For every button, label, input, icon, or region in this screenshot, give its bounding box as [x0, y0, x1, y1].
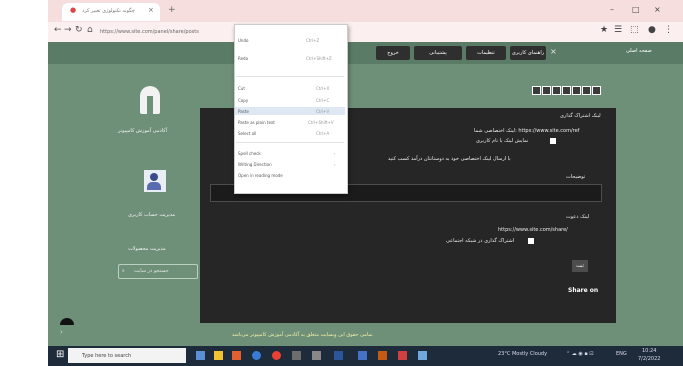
file-explorer-icon[interactable]	[214, 351, 223, 360]
submit-button[interactable]: ثبت	[572, 260, 588, 272]
social-checkbox-label: اشتراک گذاری در شبکه اجتماعی	[446, 238, 515, 244]
browser-menu-icon[interactable]: ⋮	[664, 25, 673, 35]
forward-icon[interactable]: →	[64, 25, 72, 35]
site-navbar	[48, 42, 683, 64]
share-link[interactable]: https://www.site.com/share/	[498, 227, 568, 233]
menu-item-spell-check[interactable]: Spell check	[238, 151, 261, 156]
shortcut: Ctrl+Z	[306, 38, 320, 43]
menu-item-select-all[interactable]: Select all	[238, 131, 256, 136]
minimize-button[interactable]: –	[610, 5, 614, 14]
site-logo-notch	[147, 96, 153, 114]
submenu-arrow-icon: ›	[334, 162, 336, 167]
show-username-checkbox[interactable]	[550, 138, 556, 144]
app-icon[interactable]	[358, 351, 367, 360]
app-icon[interactable]	[418, 351, 427, 360]
taskbar-search-placeholder: Type here to search	[82, 353, 132, 359]
sidebar-search-placeholder: جستجو در سایت	[134, 268, 169, 274]
shortcut: Ctrl+C	[316, 98, 330, 103]
bookmark-star-icon[interactable]: ★	[600, 25, 608, 35]
referral-link-line: لینک اختصاصی شما: https://www.site.com/r…	[474, 128, 580, 134]
tab-title: چگونه تکنولوژی تغییر کرد	[82, 8, 135, 14]
tool-square-icon[interactable]	[542, 86, 551, 95]
nav-help-button[interactable]: راهنمای کاربری	[510, 46, 546, 60]
shortcut: Ctrl+X	[316, 86, 330, 91]
shortcut: Ctrl+A	[316, 131, 330, 136]
site-name: آکادمی آموزش کامپیوتر	[118, 128, 168, 134]
menu-item-reading-mode[interactable]: Open in reading mode	[238, 173, 283, 178]
office-icon[interactable]	[232, 351, 241, 360]
back-icon[interactable]: ←	[54, 25, 62, 35]
tool-square-icon[interactable]	[552, 86, 561, 95]
close-window-button[interactable]: ×	[654, 5, 661, 14]
panel-description: با ارسال لینک اختصاصی خود به دوستانتان د…	[388, 156, 511, 162]
menu-item-undo[interactable]: Undo	[238, 38, 248, 43]
mascot-icon	[60, 318, 74, 325]
menu-separator	[236, 142, 344, 143]
home-icon[interactable]: ⌂	[87, 25, 93, 35]
tab-close-icon[interactable]: ×	[148, 6, 154, 14]
app-icon[interactable]	[292, 351, 301, 360]
profile-icon[interactable]: ●	[648, 25, 656, 35]
reload-icon[interactable]: ↻	[75, 25, 83, 35]
app-icon[interactable]	[312, 351, 321, 360]
tool-square-icon[interactable]	[562, 86, 571, 95]
field-label: توضیحات	[566, 174, 586, 180]
chrome-icon[interactable]	[272, 351, 281, 360]
social-share-checkbox[interactable]	[528, 238, 534, 244]
maximize-button[interactable]: □	[632, 5, 640, 14]
tool-square-icon[interactable]	[592, 86, 601, 95]
checkbox-label: نمایش لینک با نام کاربری	[476, 138, 529, 144]
shortcut: Ctrl+Shift+Z	[306, 56, 332, 61]
footer-copyright: تمامی حقوق این وبسایت متعلق به آکادمی آم…	[232, 332, 373, 338]
word-icon[interactable]	[334, 351, 343, 360]
url-field[interactable]: https://www.site.com/panel/share/posts	[100, 29, 199, 35]
tool-square-icon[interactable]	[582, 86, 591, 95]
new-tab-button[interactable]: +	[168, 5, 176, 15]
panel-heading: لینک اشتراک گذاری	[560, 113, 601, 119]
menu-item-writing-direction[interactable]: Writing Direction	[238, 162, 272, 167]
app-icon[interactable]	[378, 351, 387, 360]
clock-time[interactable]: 10:24	[642, 348, 656, 354]
shortcut: Ctrl+V	[316, 109, 330, 114]
favicon-icon: ●	[70, 6, 77, 14]
sidebar-section-label[interactable]: مدیریت محصولات	[128, 246, 166, 252]
menu-item-paste-plain[interactable]: Paste as plain text	[238, 120, 275, 125]
menu-item-copy[interactable]: Copy	[238, 98, 248, 103]
search-icon: ⌕	[122, 268, 125, 274]
reading-list-icon[interactable]: ☰	[614, 25, 622, 35]
menu-item-cut[interactable]: Cut	[238, 86, 245, 91]
extensions-icon[interactable]: ⬚	[630, 25, 639, 35]
submenu-arrow-icon: ›	[334, 151, 336, 156]
edge-icon[interactable]	[252, 351, 261, 360]
weather-widget[interactable]: 23°C Mostly Cloudy	[498, 351, 547, 357]
task-view-icon[interactable]	[196, 351, 205, 360]
menu-separator	[236, 76, 344, 77]
share-on-label: Share on	[568, 287, 599, 294]
app-icon[interactable]	[398, 351, 407, 360]
shortcut: Ctrl+Shift+V	[308, 120, 334, 125]
menu-item-paste[interactable]: Paste	[238, 109, 249, 114]
chevron-up-icon[interactable]: ›	[60, 328, 63, 336]
navbar-brand[interactable]: صفحه اصلی	[626, 48, 652, 54]
tool-square-icon[interactable]	[572, 86, 581, 95]
nav-settings-button[interactable]: تنظیمات	[466, 46, 506, 60]
share-link-label: لینک دعوت	[566, 214, 590, 220]
navbar-close-icon[interactable]: ×	[550, 47, 557, 56]
menu-item-redo[interactable]: Redo	[238, 56, 248, 61]
nav-logout-button[interactable]: خروج	[376, 46, 410, 60]
clock-date[interactable]: 7/2/2022	[638, 356, 660, 362]
nav-support-button[interactable]: پشتیبانی	[414, 46, 462, 60]
avatar-body	[147, 182, 161, 190]
language-indicator[interactable]: ENG	[616, 351, 627, 357]
avatar-head	[150, 173, 158, 181]
tray-icons[interactable]: ⌃ ☁ ◉ ▪ ⊡	[566, 351, 594, 357]
start-menu-icon[interactable]: ⊞	[56, 349, 64, 360]
user-name[interactable]: مدیریت حساب کاربری	[128, 212, 175, 218]
tool-square-icon[interactable]	[532, 86, 541, 95]
